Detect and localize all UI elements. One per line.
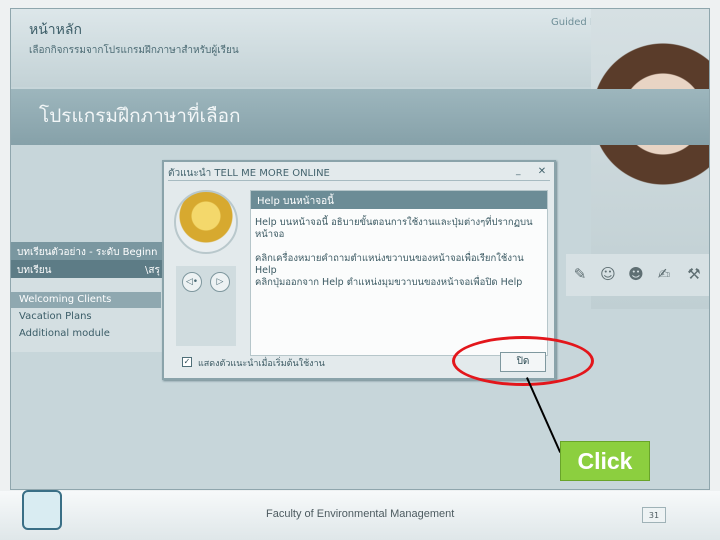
summary-column-label: \สรุ — [145, 265, 160, 276]
dialog-close-icon[interactable]: ✕ — [536, 166, 548, 178]
mascot-image — [174, 190, 238, 254]
lesson-column-label: บทเรียน — [17, 265, 52, 276]
dialog-divider — [168, 180, 550, 181]
help-paragraph: คลิกปุ่มออกจาก Help ตำแหน่งมุมขวาบนของหน… — [255, 277, 523, 288]
program-title: โปรแกรมฝึกภาษาที่เลือก — [39, 105, 241, 127]
lesson-panel: บทเรียนตัวอย่าง - ระดับ Beginn บทเรียน \… — [11, 242, 171, 352]
page-number: 31 — [642, 507, 666, 523]
faculty-logo — [22, 490, 62, 530]
lesson-column-header: บทเรียน \สรุ — [11, 260, 171, 278]
writing-icon[interactable]: ✍ — [654, 264, 674, 284]
click-callout: Click — [560, 441, 650, 481]
previous-button[interactable]: ◁• — [182, 272, 202, 292]
highlight-ellipse — [452, 336, 594, 386]
reading-icon[interactable]: ✎ — [570, 264, 590, 284]
activity-toolbar: ✎ ☺ ☻ ✍ ⚒ — [566, 254, 709, 296]
lesson-panel-header: บทเรียนตัวอย่าง - ระดับ Beginn — [11, 242, 171, 260]
lesson-item[interactable]: Additional module — [11, 326, 161, 342]
dialog-minimize-icon[interactable]: _ — [516, 166, 528, 178]
dialog-title: ตัวแนะนำ TELL ME MORE ONLINE — [168, 168, 330, 179]
page-subtitle: เลือกกิจกรรมจากโปรแกรมฝึกภาษาสำหรับผู้เร… — [29, 45, 239, 56]
breadcrumb[interactable]: หน้าหลัก — [29, 19, 82, 41]
content-header: Help บนหน้าจอนี้ — [251, 191, 547, 209]
listening-icon[interactable]: ☺ — [598, 264, 618, 284]
next-button[interactable]: ▷ — [210, 272, 230, 292]
footer-text: Faculty of Environmental Management — [266, 508, 455, 520]
lesson-item[interactable]: Welcoming Clients — [11, 292, 161, 308]
help-paragraph: คลิกเครื่องหมายคำถามตำแหน่งขวาบนของหน้าจ… — [255, 253, 524, 276]
tools-icon[interactable]: ⚒ — [684, 264, 704, 284]
show-guide-checkbox[interactable]: ✓ — [182, 357, 192, 367]
show-guide-label: แสดงตัวแนะนำเมื่อเริ่มต้นใช้งาน — [198, 359, 325, 369]
help-paragraph: Help บนหน้าจอนี้ อธิบายขั้นตอนการใช้งานแ… — [255, 217, 533, 240]
speaking-icon[interactable]: ☻ — [626, 264, 646, 284]
lesson-item[interactable]: Vacation Plans — [11, 309, 161, 325]
dialog-content: Help บนหน้าจอนี้ Help บนหน้าจอนี้ อธิบาย… — [250, 190, 548, 356]
